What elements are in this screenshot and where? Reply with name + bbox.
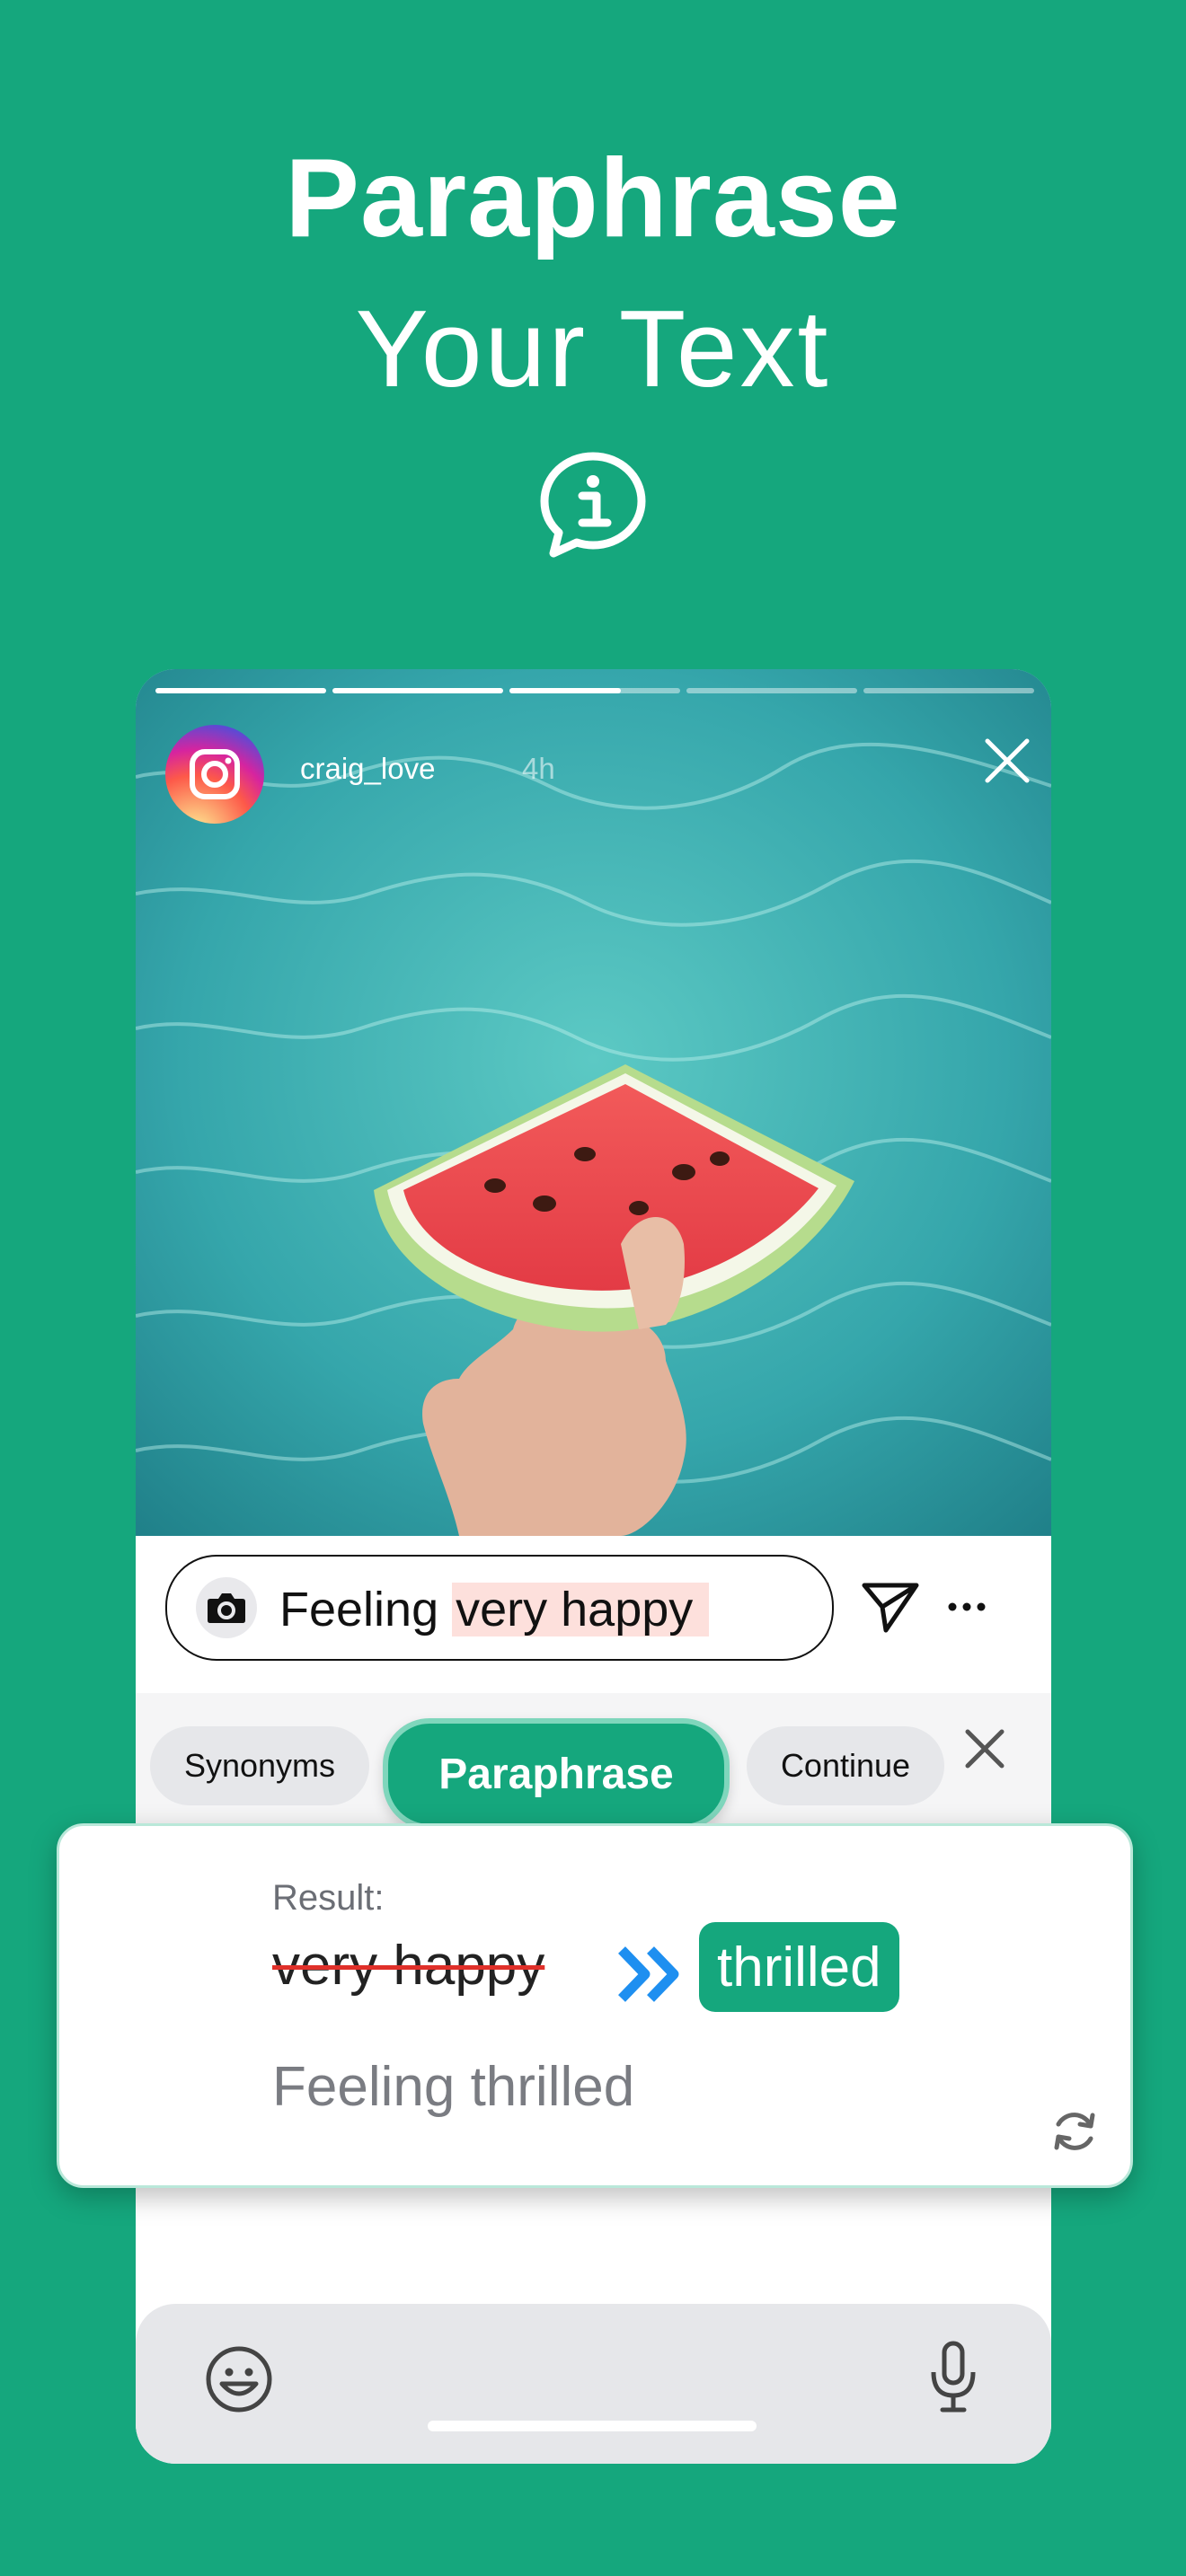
camera-button[interactable]: [196, 1577, 257, 1638]
reply-text-prefix: Feeling: [279, 1583, 453, 1636]
continue-button[interactable]: Continue: [747, 1726, 944, 1805]
home-indicator: [428, 2421, 757, 2431]
story-username[interactable]: craig_love: [300, 752, 435, 786]
close-icon[interactable]: [980, 734, 1034, 788]
emoji-icon[interactable]: [204, 2344, 274, 2414]
result-sentence[interactable]: Feeling thrilled: [272, 2055, 634, 2119]
camera-icon: [208, 1593, 245, 1623]
story-progress-3-fill: [509, 688, 621, 693]
story-progress-5: [863, 688, 1034, 693]
phone-mockup: craig_love 4h Feeling very happy Synonym…: [136, 669, 1051, 2464]
hero-subtitle: Your Text: [355, 287, 831, 410]
paper-plane-icon[interactable]: [859, 1575, 922, 1637]
replacement-phrase[interactable]: thrilled: [699, 1922, 899, 2012]
microphone-icon[interactable]: [926, 2340, 980, 2415]
close-toolbar-icon[interactable]: [962, 1726, 1007, 1771]
story-photo: craig_love 4h: [136, 669, 1051, 1536]
result-label: Result:: [272, 1878, 385, 1918]
double-chevron-right-icon: [618, 1946, 679, 2002]
original-phrase: very happy: [272, 1935, 545, 1997]
more-horizontal-icon[interactable]: [944, 1589, 989, 1625]
story-progress-1: [155, 688, 326, 693]
hero-title: Paraphrase: [285, 137, 901, 260]
story-progress-4: [686, 688, 857, 693]
info-chat-bubble-icon: [540, 452, 646, 558]
reply-highlight[interactable]: very happy: [452, 1583, 710, 1636]
refresh-icon[interactable]: [1048, 2104, 1102, 2158]
keyboard-bar: [136, 2304, 1051, 2464]
story-time: 4h: [522, 752, 555, 785]
watermelon-slice-over-pool-photo: [136, 669, 1051, 1536]
reply-text: Feeling very happy: [279, 1582, 710, 1637]
instagram-avatar-icon[interactable]: [165, 725, 264, 824]
synonyms-button[interactable]: Synonyms: [150, 1726, 369, 1805]
reply-input[interactable]: Feeling very happy: [165, 1555, 834, 1661]
paraphrase-button[interactable]: Paraphrase: [383, 1718, 730, 1830]
result-card: Result: very happy thrilled Feeling thri…: [57, 1823, 1133, 2188]
story-progress-2: [332, 688, 503, 693]
